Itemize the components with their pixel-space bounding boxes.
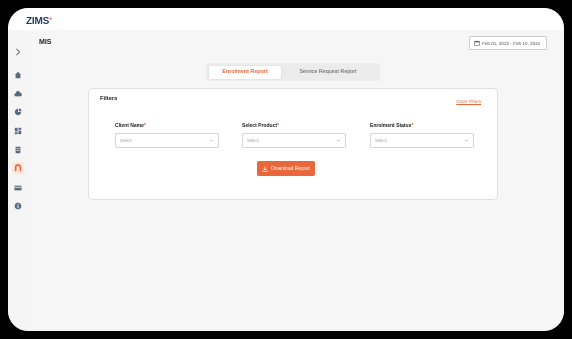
download-icon: [262, 166, 268, 172]
chevron-down-icon: [464, 139, 469, 142]
enrolment-status-placeholder: Select: [375, 138, 387, 143]
app-window: ZIMS● MIS Feb 01, 2022 - Feb 10, 2022 En…: [8, 8, 564, 331]
select-product-placeholder: Select: [247, 138, 259, 143]
top-bar: ZIMS●: [8, 8, 564, 30]
filters-title: Filters: [100, 96, 118, 102]
chevron-down-icon: [336, 139, 341, 142]
select-product-label-text: Select Product: [242, 123, 278, 129]
sidebar: [8, 30, 28, 331]
required-marker: *: [143, 123, 146, 129]
dashboard-icon[interactable]: [12, 125, 24, 137]
required-marker: *: [277, 123, 279, 129]
select-product-select[interactable]: Select: [242, 133, 346, 148]
calendar-icon: [474, 40, 480, 46]
date-range-picker[interactable]: Feb 01, 2022 - Feb 10, 2022: [469, 36, 547, 50]
chevron-down-icon: [209, 139, 214, 142]
enrolment-status-label-text: Enrolment Status: [370, 123, 412, 129]
page-title: MIS: [39, 39, 52, 46]
info-icon[interactable]: [12, 200, 24, 212]
download-report-label: Download Report: [271, 165, 310, 172]
sidebar-toggle-chevron-right-icon[interactable]: [12, 46, 24, 58]
report-icon[interactable]: [12, 162, 24, 174]
logo-mark: ●: [49, 16, 52, 22]
report-tabs: Enrolment Report Service Request Report: [206, 63, 380, 81]
cloud-icon[interactable]: [12, 88, 24, 100]
clear-filters-link[interactable]: Clear Filters: [456, 99, 481, 104]
download-report-button[interactable]: Download Report: [257, 161, 315, 176]
client-name-label-text: Client Name: [115, 123, 144, 129]
required-marker: *: [411, 123, 414, 129]
enrolment-status-label: Enrolment Status*: [370, 123, 413, 129]
card-icon[interactable]: [12, 182, 24, 194]
client-name-label: Client Name*: [115, 123, 146, 129]
client-name-placeholder: Select: [120, 138, 132, 143]
tab-enrolment-report[interactable]: Enrolment Report: [209, 65, 281, 79]
analytics-icon[interactable]: [12, 106, 24, 118]
client-name-select[interactable]: Select: [115, 133, 219, 148]
filters-card: Filters Clear Filters Client Name* Selec…: [88, 88, 498, 200]
tab-service-request-report[interactable]: Service Request Report: [281, 66, 375, 79]
document-icon[interactable]: [12, 144, 24, 156]
main-content: MIS Feb 01, 2022 - Feb 10, 2022 Enrolmen…: [28, 30, 564, 331]
enrolment-status-select[interactable]: Select: [370, 133, 474, 148]
select-product-label: Select Product*: [242, 123, 279, 129]
logo-text: ZIMS: [26, 16, 50, 27]
app-logo[interactable]: ZIMS●: [26, 16, 52, 27]
date-range-text: Feb 01, 2022 - Feb 10, 2022: [482, 40, 541, 46]
home-icon[interactable]: [12, 69, 24, 81]
